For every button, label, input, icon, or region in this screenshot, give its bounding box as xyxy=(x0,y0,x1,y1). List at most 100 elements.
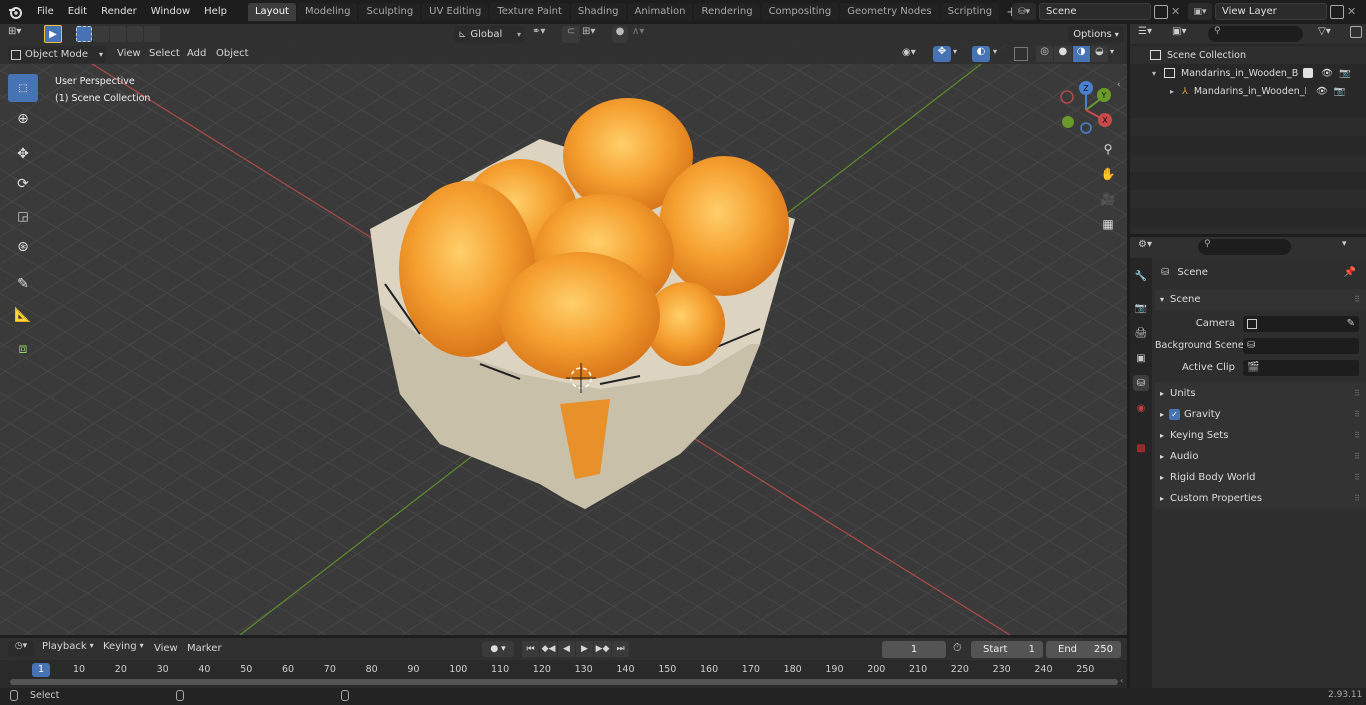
proportional-edit-icon[interactable]: ● xyxy=(612,26,628,43)
timeline-menu-marker[interactable]: Marker xyxy=(187,643,222,654)
drag-handle-icon[interactable]: ⠿ xyxy=(1354,452,1360,461)
mode-intersect-icon[interactable] xyxy=(144,26,160,42)
drag-handle-icon[interactable]: ⠿ xyxy=(1354,410,1360,419)
navigation-gizmo[interactable]: Z Y X xyxy=(1056,80,1116,140)
overlay-dropdown-icon[interactable]: ▾ xyxy=(993,47,997,56)
tab-sculpting[interactable]: Sculpting xyxy=(359,3,421,21)
overlay-toggle-icon[interactable]: ◐ xyxy=(972,46,990,62)
solid-shading-icon[interactable]: ● xyxy=(1054,46,1072,62)
view-layer-name-field[interactable]: View Layer xyxy=(1215,3,1327,20)
pivot-point-icon[interactable]: ⚭▾ xyxy=(532,26,556,43)
tab-shading[interactable]: Shading xyxy=(570,3,626,21)
snap-target-icon[interactable]: ⊞▾ xyxy=(582,26,608,43)
drag-handle-icon[interactable]: ⠿ xyxy=(1354,494,1360,503)
zoom-icon[interactable]: ⚲ xyxy=(1098,142,1118,162)
shading-dropdown-icon[interactable]: ▾ xyxy=(1110,47,1114,56)
editor-type-icon[interactable]: ⊞▾ xyxy=(8,26,34,42)
background-scene-field[interactable]: ⛁ xyxy=(1243,337,1359,354)
delete-view-layer-icon[interactable]: ✕ xyxy=(1347,5,1356,18)
prev-keyframe-icon[interactable]: ◆◀ xyxy=(540,641,557,657)
outliner-row-scene-collection[interactable]: Scene Collection xyxy=(1130,46,1366,64)
duplicate-scene-icon[interactable] xyxy=(1154,4,1168,19)
tool-measure[interactable]: 📐 xyxy=(8,301,38,329)
active-clip-field[interactable]: 🎬 xyxy=(1243,359,1359,376)
scene-name-field[interactable]: Scene xyxy=(1039,3,1151,20)
tab-texture-icon[interactable]: ▩ xyxy=(1133,440,1149,456)
mode-invert-icon[interactable] xyxy=(127,26,143,42)
tab-layout[interactable]: Layout xyxy=(247,3,296,21)
menu-window[interactable]: Window xyxy=(144,0,197,24)
visibility-eye-icon[interactable]: 👁 xyxy=(1316,86,1328,97)
timeline-editor-type-icon[interactable]: ◷▾ xyxy=(8,641,34,657)
tab-animation[interactable]: Animation xyxy=(627,3,693,21)
options-dropdown[interactable]: Options ▾ xyxy=(1068,26,1124,43)
outliner-editor-type-icon[interactable]: ☰▾ xyxy=(1138,26,1152,37)
delete-scene-icon[interactable]: ✕ xyxy=(1171,5,1180,18)
current-frame-field[interactable]: 1 xyxy=(882,641,946,658)
tab-rendering[interactable]: Rendering xyxy=(694,3,760,21)
properties-editor-type-icon[interactable]: ⚙▾ xyxy=(1138,239,1152,250)
menu-file[interactable]: File xyxy=(30,0,61,24)
xray-toggle-icon[interactable] xyxy=(1014,47,1028,61)
gravity-checkbox-icon[interactable]: ✓ xyxy=(1169,409,1181,420)
render-camera-icon[interactable]: 📷 xyxy=(1334,86,1346,97)
drag-handle-icon[interactable]: ⠿ xyxy=(1354,431,1360,440)
tab-modeling[interactable]: Modeling xyxy=(297,3,358,21)
mode-set-icon[interactable] xyxy=(76,26,92,42)
tab-output-icon[interactable]: 🖨 xyxy=(1133,325,1149,341)
view-layer-selector[interactable]: ▣▾ View Layer ✕ xyxy=(1188,2,1364,21)
snap-toggle-icon[interactable]: ⊂ xyxy=(562,26,580,43)
menu-edit[interactable]: Edit xyxy=(61,0,94,24)
rigid-body-world-panel-header[interactable]: ▸ Rigid Body World ⠿ xyxy=(1155,467,1366,488)
timeline-menu-view[interactable]: View xyxy=(154,643,178,654)
scene-selector[interactable]: ⛁▾ Scene ✕ xyxy=(1012,2,1182,21)
outliner-row-object[interactable]: ▸ ⅄ Mandarins_in_Wooden_B 👁 📷 xyxy=(1130,82,1366,100)
pin-icon[interactable]: 📌 xyxy=(1344,267,1356,278)
tool-select-box[interactable]: ⬚ xyxy=(8,74,38,102)
tab-geometry-nodes[interactable]: Geometry Nodes xyxy=(840,3,939,21)
keying-sets-panel-header[interactable]: ▸ Keying Sets ⠿ xyxy=(1155,425,1366,446)
pan-hand-icon[interactable]: ✋ xyxy=(1098,167,1118,187)
mode-extend-icon[interactable] xyxy=(93,26,109,42)
outliner-display-mode-icon[interactable]: ▣▾ xyxy=(1172,26,1186,37)
units-panel-header[interactable]: ▸ Units ⠿ xyxy=(1155,383,1366,404)
jump-start-icon[interactable]: ⏮ xyxy=(522,641,539,657)
end-frame-field[interactable]: End 250 xyxy=(1046,641,1121,658)
play-reverse-icon[interactable]: ◀ xyxy=(558,641,575,657)
properties-options-icon[interactable]: ▾ xyxy=(1342,239,1347,249)
tool-cursor[interactable]: ⊕ xyxy=(8,105,38,133)
menu-render[interactable]: Render xyxy=(94,0,144,24)
falloff-icon[interactable]: ∧▾ xyxy=(632,26,656,43)
timeline-menu-keying[interactable]: Keying ▾ xyxy=(103,641,144,657)
scene-panel-header[interactable]: ▾ Scene ⠿ xyxy=(1155,289,1366,310)
material-shading-icon[interactable]: ◑ xyxy=(1072,46,1090,62)
timeline-scrollbar[interactable] xyxy=(10,679,1118,685)
auto-keying-icon[interactable]: ● ▾ xyxy=(482,641,514,657)
timeline-menu-playback[interactable]: Playback ▾ xyxy=(42,641,94,657)
gizmo-toggle-icon[interactable]: ✥ xyxy=(933,46,951,62)
viewport-menu-object[interactable]: Object xyxy=(216,48,249,59)
gravity-panel-header[interactable]: ▸ ✓ Gravity ⠿ xyxy=(1155,404,1366,425)
selection-mode-group[interactable] xyxy=(76,26,160,42)
expand-arrow-icon[interactable]: ▸ xyxy=(1170,87,1174,96)
custom-properties-panel-header[interactable]: ▸ Custom Properties ⠿ xyxy=(1155,488,1366,509)
visibility-dropdown-icon[interactable]: ◉▾ xyxy=(902,47,916,58)
expand-arrow-icon[interactable]: ▾ xyxy=(1152,69,1156,78)
tool-add-cube[interactable]: ⧈ xyxy=(8,335,38,363)
tab-scene-icon[interactable]: ⛁ xyxy=(1133,375,1149,391)
drag-handle-icon[interactable]: ⠿ xyxy=(1354,473,1360,482)
outliner-row-collection[interactable]: ▾ Mandarins_in_Wooden_Baske 👁 📷 xyxy=(1130,64,1366,82)
outliner-search-input[interactable]: ⚲ xyxy=(1208,26,1303,42)
tab-scripting[interactable]: Scripting xyxy=(940,3,1000,21)
render-camera-icon[interactable]: 📷 xyxy=(1339,68,1351,79)
play-icon[interactable]: ▶ xyxy=(576,641,593,657)
start-frame-field[interactable]: Start 1 xyxy=(971,641,1043,658)
wireframe-shading-icon[interactable]: ◎ xyxy=(1036,46,1054,62)
tab-texture-paint[interactable]: Texture Paint xyxy=(490,3,569,21)
camera-field[interactable]: ✎ xyxy=(1243,315,1359,332)
tab-render-icon[interactable]: 📷 xyxy=(1133,300,1149,316)
tab-uv-editing[interactable]: UV Editing xyxy=(422,3,489,21)
menu-help[interactable]: Help xyxy=(197,0,234,24)
transform-orientation-dropdown[interactable]: ⊾ Global ▾ xyxy=(454,26,524,43)
visibility-eye-icon[interactable]: 👁 xyxy=(1321,68,1333,79)
